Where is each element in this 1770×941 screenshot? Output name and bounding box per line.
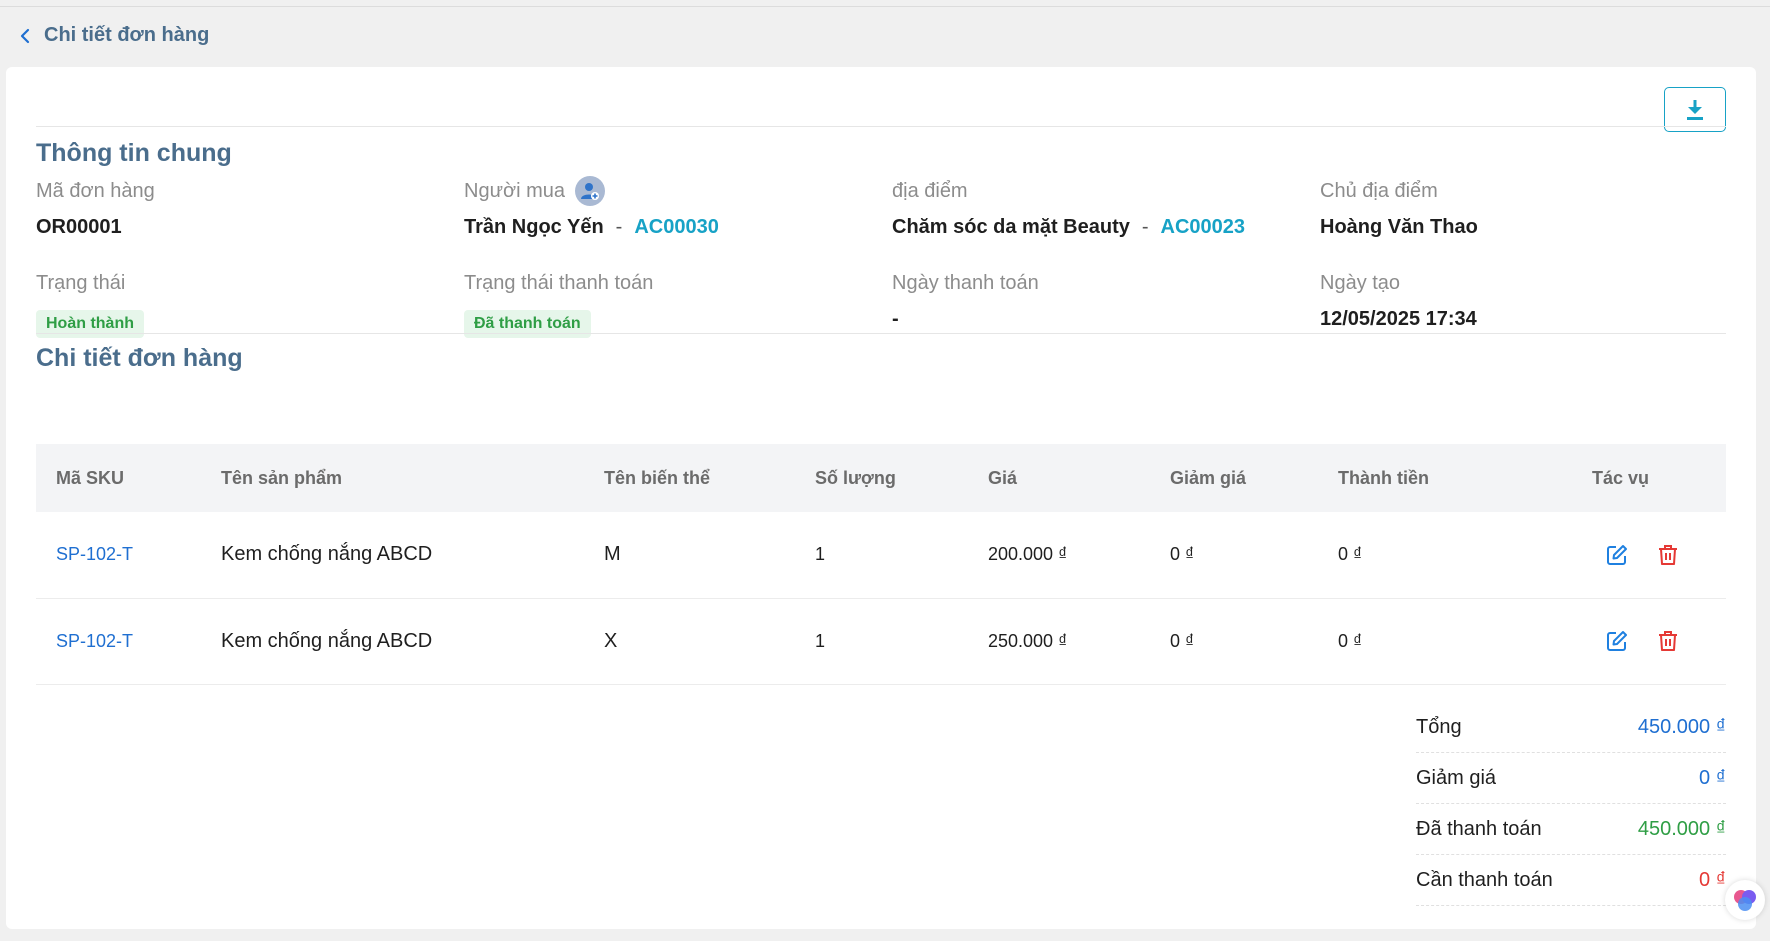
product-name: Kem chống nắng ABCD (221, 629, 433, 652)
table-row: SP-102-T Kem chống nắng ABCD X 1 250.000… (36, 598, 1726, 684)
payment-status-label: Trạng thái thanh toán (464, 271, 654, 294)
order-details-title: Chi tiết đơn hàng (36, 344, 243, 372)
price: 250.000 ₫ (988, 630, 1068, 651)
summary-paid-value: 450.000 ₫ (1637, 817, 1726, 840)
line-total: 0 ₫ (1338, 544, 1363, 565)
col-product-name: Tên sản phẩm (221, 467, 343, 488)
owner-label: Chủ địa điểm (1320, 179, 1438, 202)
quantity: 1 (815, 630, 826, 651)
status-label: Trạng thái (36, 271, 126, 294)
variant-name: X (604, 629, 618, 652)
payment-date-field: Ngày thanh toán - (892, 268, 1039, 331)
product-name: Kem chống nắng ABCD (221, 543, 433, 566)
payment-date-label: Ngày thanh toán (892, 271, 1039, 294)
row-actions (1572, 598, 1726, 684)
trash-icon[interactable] (1658, 544, 1678, 566)
row-actions (1572, 512, 1726, 598)
back-button[interactable]: Chi tiết đơn hàng (20, 24, 209, 47)
chevron-left-icon (20, 28, 30, 43)
sku-link[interactable]: SP-102-T (36, 512, 201, 598)
table-row: SP-102-T Kem chống nắng ABCD M 1 200.000… (36, 512, 1726, 598)
col-total: Thành tiền (1338, 467, 1429, 488)
status-field: Trạng thái Hoàn thành (36, 268, 144, 338)
discount: 0 ₫ (1170, 544, 1195, 565)
summary-discount-value: 0 ₫ (1699, 766, 1726, 789)
assistant-icon[interactable] (1725, 880, 1765, 920)
order-summary: Tổng 450.000 ₫ Giảm giá 0 ₫ Đã thanh toá… (1416, 702, 1726, 906)
summary-total-row: Tổng 450.000 ₫ (1416, 702, 1726, 753)
download-icon (1687, 99, 1703, 120)
created-date-label: Ngày tạo (1320, 271, 1401, 294)
summary-discount-row: Giảm giá 0 ₫ (1416, 753, 1726, 804)
payment-date-value: - (892, 308, 899, 330)
sku-link[interactable]: SP-102-T (36, 598, 201, 684)
divider (36, 126, 1726, 127)
order-card: Thông tin chung Mã đơn hàng OR00001 Ngườ… (6, 67, 1756, 929)
owner-field: Chủ địa điểm Hoàng Văn Thao (1320, 176, 1478, 239)
general-info-title: Thông tin chung (36, 139, 232, 167)
location-name: Chăm sóc da mặt Beauty (892, 216, 1130, 238)
col-discount: Giảm giá (1170, 467, 1247, 488)
summary-paid-label: Đã thanh toán (1416, 817, 1542, 840)
col-variant: Tên biến thể (604, 467, 711, 488)
summary-total-value: 450.000 ₫ (1637, 715, 1726, 738)
summary-discount-label: Giảm giá (1416, 766, 1497, 789)
trash-icon[interactable] (1658, 630, 1678, 652)
top-divider (0, 6, 1770, 7)
owner-name: Hoàng Văn Thao (1320, 216, 1478, 238)
edit-icon[interactable] (1606, 544, 1628, 566)
col-price: Giá (988, 467, 1018, 488)
created-date-value: 12/05/2025 17:34 (1320, 308, 1477, 330)
summary-due-label: Cần thanh toán (1416, 868, 1553, 891)
buyer-name: Trần Ngọc Yến (464, 216, 604, 238)
buyer-code-link[interactable]: AC00030 (634, 216, 719, 239)
quantity: 1 (815, 544, 826, 565)
line-total: 0 ₫ (1338, 630, 1363, 651)
table-header-row: Mã SKU Tên sản phẩm Tên biến thể Số lượn… (36, 444, 1726, 512)
discount: 0 ₫ (1170, 630, 1195, 651)
location-code-link[interactable]: AC00023 (1161, 216, 1246, 239)
payment-status-field: Trạng thái thanh toán Đã thanh toán (464, 268, 653, 338)
summary-paid-row: Đã thanh toán 450.000 ₫ (1416, 804, 1726, 855)
price: 200.000 ₫ (988, 544, 1068, 565)
summary-total-label: Tổng (1416, 715, 1462, 738)
summary-due-value: 0 ₫ (1699, 868, 1726, 891)
user-plus-icon[interactable] (574, 176, 605, 206)
summary-due-row: Cần thanh toán 0 ₫ (1416, 855, 1726, 906)
edit-icon[interactable] (1606, 630, 1628, 652)
col-quantity: Số lượng (815, 467, 896, 488)
buyer-label: Người mua (464, 179, 565, 202)
location-label: địa điểm (892, 179, 968, 202)
dash-separator: - (1141, 216, 1149, 238)
divider (36, 333, 1726, 334)
created-date-field: Ngày tạo 12/05/2025 17:34 (1320, 268, 1477, 331)
variant-name: M (604, 543, 621, 566)
location-field: địa điểm Chăm sóc da mặt Beauty - AC0002… (892, 176, 1245, 239)
order-code-field: Mã đơn hàng OR00001 (36, 176, 155, 239)
dash-separator: - (615, 216, 623, 238)
order-code-label: Mã đơn hàng (36, 179, 155, 202)
buyer-field: Người mua Trần Ngọc Yến - AC00030 (464, 176, 719, 239)
page-title: Chi tiết đơn hàng (44, 24, 210, 46)
col-actions: Tác vụ (1592, 467, 1650, 488)
order-items-table: Mã SKU Tên sản phẩm Tên biến thể Số lượn… (36, 444, 1726, 685)
col-sku: Mã SKU (56, 467, 125, 488)
order-code-value: OR00001 (36, 216, 122, 238)
